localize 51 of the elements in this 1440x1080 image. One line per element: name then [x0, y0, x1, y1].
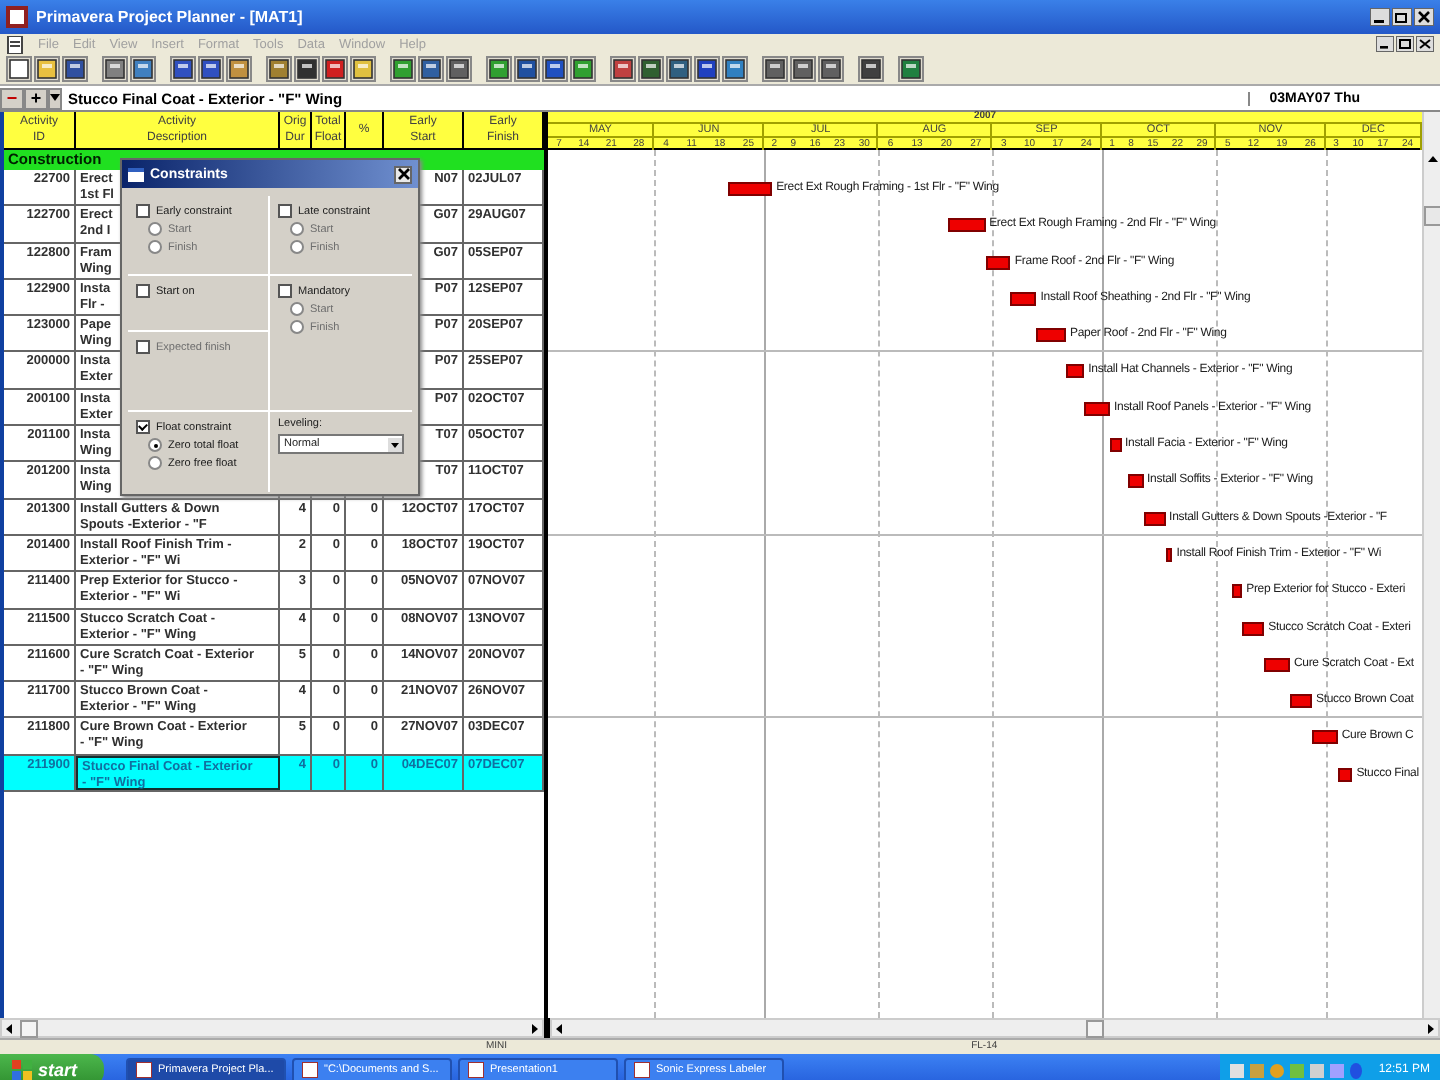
window-title: Primavera Project Planner - [MAT1]: [36, 8, 303, 26]
restore-icon[interactable]: [1392, 8, 1412, 26]
activity-bar[interactable]: [1289, 694, 1312, 709]
collapse-button[interactable]: −: [0, 87, 24, 109]
up-arrow-icon[interactable]: [1425, 152, 1439, 166]
right-arrow-icon[interactable]: [1424, 1021, 1438, 1035]
radio-button[interactable]: [148, 456, 162, 470]
horizontal-scrollbar[interactable]: [550, 1018, 1440, 1038]
activity-bar[interactable]: [1311, 730, 1338, 745]
caret-icon: [50, 94, 60, 102]
minimize-icon[interactable]: [1370, 8, 1390, 26]
left-arrow-icon[interactable]: [2, 1021, 16, 1035]
horizontal-scrollbar[interactable]: [0, 1018, 544, 1038]
radio-button[interactable]: [148, 438, 162, 452]
activity-bar[interactable]: [1231, 584, 1243, 599]
right-arrow-icon[interactable]: [528, 1021, 542, 1035]
activity-bar[interactable]: [1337, 767, 1353, 782]
close-icon[interactable]: [1414, 8, 1434, 26]
scroll-thumb[interactable]: [20, 1019, 38, 1037]
caret-icon: [388, 437, 402, 451]
flag-icon: [12, 1060, 32, 1080]
checkbox[interactable]: [136, 420, 150, 434]
close-button[interactable]: [394, 165, 412, 183]
minimize-icon[interactable]: [1376, 36, 1394, 52]
activity-bar[interactable]: [985, 255, 1011, 270]
dropdown-button[interactable]: [48, 87, 62, 109]
scroll-thumb[interactable]: [1423, 206, 1440, 226]
checkbox[interactable]: [278, 284, 292, 298]
activity-bar[interactable]: [728, 182, 773, 196]
checkbox[interactable]: [136, 284, 150, 298]
checkbox[interactable]: [136, 204, 150, 218]
activity-bar[interactable]: [1165, 547, 1173, 562]
vertical-scrollbar[interactable]: [1422, 112, 1440, 1018]
scroll-thumb[interactable]: [1086, 1019, 1104, 1037]
expand-button[interactable]: +: [24, 87, 48, 109]
close-icon: [397, 168, 409, 180]
activity-bar[interactable]: [1110, 438, 1121, 453]
activity-bar[interactable]: [1143, 511, 1166, 526]
close-icon[interactable]: [1416, 36, 1434, 52]
activity-bar[interactable]: [1264, 657, 1290, 672]
activity-bar[interactable]: [1036, 328, 1066, 343]
restore-icon[interactable]: [1396, 36, 1414, 52]
activity-bar[interactable]: [1242, 621, 1265, 636]
activity-bar[interactable]: [1010, 291, 1037, 306]
activity-bar[interactable]: [1084, 401, 1110, 416]
activity-bar[interactable]: [948, 218, 986, 233]
left-arrow-icon[interactable]: [552, 1021, 566, 1035]
app-icon: [6, 6, 28, 28]
activity-bar[interactable]: [1128, 474, 1144, 489]
checkbox[interactable]: [278, 204, 292, 218]
activity-bar[interactable]: [1065, 364, 1085, 379]
